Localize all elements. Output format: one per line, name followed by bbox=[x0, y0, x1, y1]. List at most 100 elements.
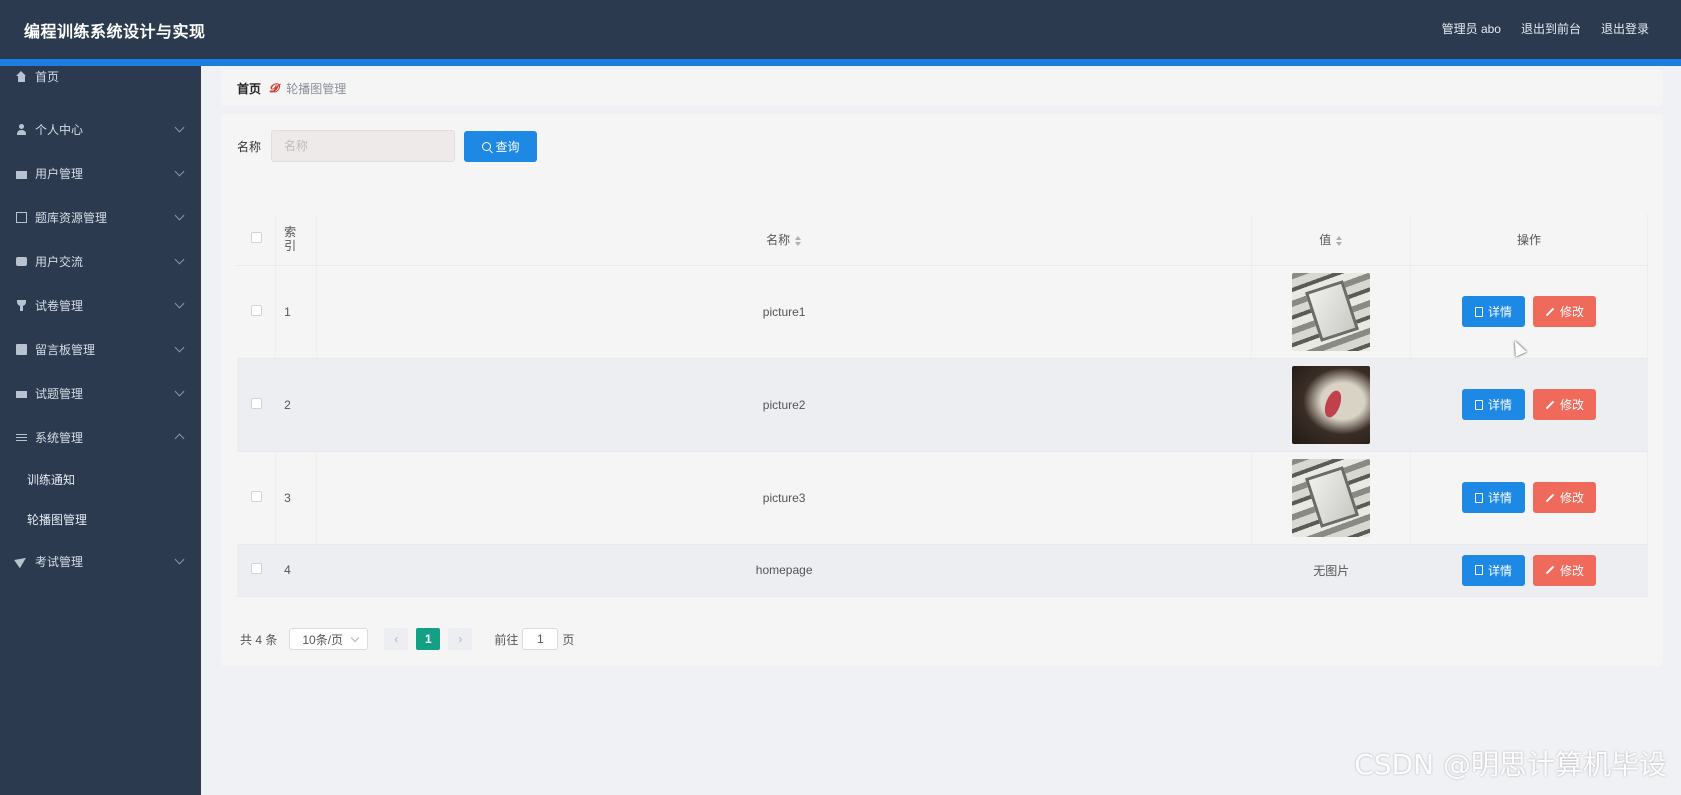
select-all-checkbox[interactable] bbox=[250, 232, 262, 244]
trophy-icon bbox=[16, 299, 27, 311]
row-actions: 详情 修改 bbox=[1410, 265, 1648, 359]
table-row: 2 picture2 详情 修改 bbox=[237, 358, 1648, 452]
detail-button-label: 详情 bbox=[1488, 305, 1513, 319]
row-index: 1 bbox=[275, 265, 317, 359]
edit-icon bbox=[1545, 493, 1555, 502]
sliders-icon bbox=[16, 432, 27, 443]
row-value: 无图片 bbox=[1251, 544, 1412, 597]
logout-link[interactable]: 退出登录 bbox=[1601, 20, 1649, 37]
row-select-cell bbox=[237, 265, 277, 359]
edit-icon bbox=[1545, 400, 1555, 409]
pagination: 共 4 条 10条/页 ‹ 1 › 前往 页 bbox=[240, 628, 574, 650]
top-header: 编程训练系统设计与实现 管理员 abo 退出到前台 退出登录 bbox=[0, 0, 1681, 59]
edit-button-label: 修改 bbox=[1560, 398, 1585, 412]
document-icon bbox=[1475, 306, 1484, 317]
sort-icon[interactable] bbox=[795, 235, 802, 246]
sidebar-item-label: 用户交流 bbox=[35, 254, 84, 269]
row-checkbox[interactable] bbox=[250, 397, 262, 409]
sidebar-item-system-management[interactable]: 系统管理 bbox=[0, 415, 201, 459]
row-actions: 详情 修改 bbox=[1410, 451, 1648, 545]
edit-button[interactable]: 修改 bbox=[1533, 482, 1597, 513]
table-row: 1 picture1 详情 修改 bbox=[237, 265, 1648, 359]
sidebar-item-label: 系统管理 bbox=[35, 430, 84, 445]
detail-button[interactable]: 详情 bbox=[1462, 554, 1526, 586]
row-select-cell bbox=[237, 451, 277, 545]
edit-button[interactable]: 修改 bbox=[1533, 554, 1597, 586]
chevron-down-icon bbox=[174, 166, 185, 177]
goto-page-input[interactable] bbox=[522, 628, 559, 650]
header-links: 管理员 abo 退出到前台 退出登录 bbox=[1442, 20, 1649, 37]
page-size-select[interactable]: 10条/页 bbox=[289, 628, 369, 650]
edit-icon bbox=[1545, 565, 1555, 575]
row-name: picture1 bbox=[316, 265, 1253, 359]
sidebar-item-question-management[interactable]: 试题管理 bbox=[0, 371, 201, 415]
row-checkbox[interactable] bbox=[250, 304, 262, 316]
edit-button-label: 修改 bbox=[1560, 563, 1585, 578]
briefcase-icon bbox=[16, 170, 27, 179]
sidebar-item-home[interactable]: 首页 bbox=[0, 66, 201, 86]
sort-icon[interactable] bbox=[1336, 235, 1343, 246]
query-button[interactable]: 查询 bbox=[464, 130, 538, 162]
document-icon bbox=[1475, 492, 1484, 503]
detail-button[interactable]: 详情 bbox=[1462, 389, 1526, 420]
user-icon bbox=[16, 123, 27, 135]
row-value bbox=[1251, 265, 1412, 359]
col-header-name-label: 名称 bbox=[766, 232, 791, 247]
edit-button[interactable]: 修改 bbox=[1533, 389, 1597, 420]
sidebar-item-label: 试题管理 bbox=[35, 386, 84, 401]
carousel-thumbnail-image[interactable] bbox=[1292, 272, 1371, 351]
table-header-row: 索 引 名称 值 操作 bbox=[237, 214, 1648, 266]
detail-button[interactable]: 详情 bbox=[1462, 296, 1526, 327]
next-page-button[interactable]: › bbox=[448, 628, 473, 650]
edit-button-label: 修改 bbox=[1560, 305, 1585, 319]
breadcrumb: 首页 𝓓 轮播图管理 bbox=[221, 70, 1663, 106]
sidebar-item-exam-management[interactable]: 考试管理 bbox=[0, 539, 201, 583]
row-checkbox[interactable] bbox=[250, 490, 262, 502]
chevron-down-icon bbox=[174, 210, 185, 221]
row-value bbox=[1251, 451, 1412, 545]
sidebar-item-paper-management[interactable]: 试卷管理 bbox=[0, 283, 201, 327]
send-icon bbox=[16, 556, 27, 567]
carousel-thumbnail-image[interactable] bbox=[1292, 458, 1371, 537]
chevron-up-icon bbox=[174, 433, 185, 444]
sidebar-item-label: 首页 bbox=[35, 69, 60, 84]
page-number-current[interactable]: 1 bbox=[416, 628, 441, 650]
carousel-table: 索 引 名称 值 操作 1 picture1 详情修改 2 picture2 bbox=[237, 214, 1648, 597]
sidebar-item-message-board[interactable]: 留言板管理 bbox=[0, 327, 201, 371]
row-value bbox=[1251, 358, 1412, 452]
breadcrumb-home[interactable]: 首页 bbox=[237, 80, 261, 97]
sidebar-item-user-chat[interactable]: 用户交流 bbox=[0, 239, 201, 283]
carousel-thumbnail-image[interactable] bbox=[1292, 365, 1371, 444]
row-name: homepage bbox=[316, 544, 1253, 597]
admin-user-label[interactable]: 管理员 abo bbox=[1442, 20, 1501, 37]
row-checkbox[interactable] bbox=[250, 563, 262, 574]
sidebar-item-question-bank[interactable]: 题库资源管理 bbox=[0, 195, 201, 239]
sidebar-subitem-carousel-management[interactable]: 轮播图管理 bbox=[0, 499, 201, 539]
sidebar-item-label: 试卷管理 bbox=[35, 298, 84, 313]
pagination-total: 共 4 条 bbox=[240, 632, 278, 647]
sidebar-item-user-management[interactable]: 用户管理 bbox=[0, 151, 201, 195]
sidebar-subitem-training-notice[interactable]: 训练通知 bbox=[0, 459, 201, 499]
chevron-down-icon bbox=[174, 342, 185, 353]
prev-page-button[interactable]: ‹ bbox=[384, 628, 409, 650]
edit-icon bbox=[1545, 307, 1555, 316]
row-index: 3 bbox=[275, 451, 317, 545]
search-bar: 名称 查询 bbox=[237, 130, 538, 162]
exit-to-front-link[interactable]: 退出到前台 bbox=[1521, 20, 1581, 37]
search-input[interactable] bbox=[271, 130, 456, 162]
chevron-down-icon bbox=[174, 122, 185, 133]
row-select-cell bbox=[237, 544, 277, 597]
chat-icon bbox=[16, 256, 27, 266]
col-header-value[interactable]: 值 bbox=[1251, 214, 1412, 266]
chevron-down-icon bbox=[174, 298, 185, 309]
edit-button[interactable]: 修改 bbox=[1533, 296, 1597, 327]
select-all-cell bbox=[237, 214, 277, 266]
detail-button[interactable]: 详情 bbox=[1462, 482, 1526, 513]
col-header-name[interactable]: 名称 bbox=[316, 214, 1253, 266]
detail-button-label: 详情 bbox=[1488, 491, 1513, 505]
sidebar: 首页 个人中心 用户管理 题库资源管理 用户交流 试卷管理 留言板管理 试题管理… bbox=[0, 66, 201, 795]
detail-button-label: 详情 bbox=[1488, 563, 1513, 578]
page-unit-label: 页 bbox=[562, 632, 575, 647]
table-row: 3 picture3 详情 修改 bbox=[237, 451, 1648, 545]
sidebar-item-profile[interactable]: 个人中心 bbox=[0, 107, 201, 151]
